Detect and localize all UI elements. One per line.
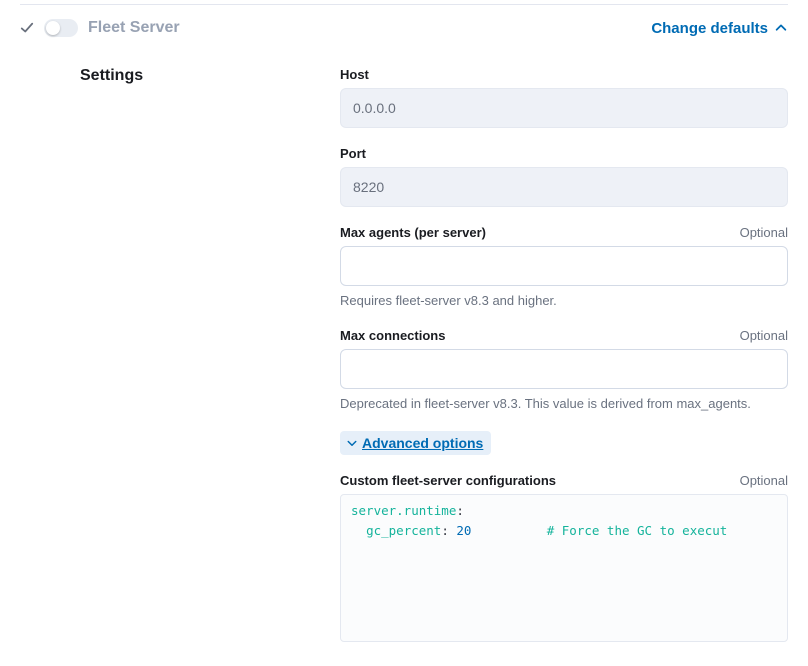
max-connections-help: Deprecated in fleet-server v8.3. This va… [340,395,788,413]
port-input [340,167,788,207]
max-agents-label: Max agents (per server) [340,225,486,240]
section-title: Fleet Server [88,19,180,37]
optional-tag: Optional [740,328,788,343]
max-connections-input[interactable] [340,349,788,389]
custom-config-editor[interactable]: server.runtime: gc_percent: 20 # Force t… [340,494,788,642]
host-input [340,88,788,128]
settings-heading: Settings [80,67,340,85]
check-icon [20,21,34,35]
max-agents-help: Requires fleet-server v8.3 and higher. [340,292,788,310]
advanced-options-toggle[interactable]: Advanced options [340,431,491,455]
chevron-up-icon [774,21,788,35]
change-defaults-label: Change defaults [651,20,768,37]
max-agents-input[interactable] [340,246,788,286]
enable-toggle[interactable] [44,19,78,37]
section-header: Fleet Server Change defaults [20,5,788,43]
chevron-down-icon [346,437,358,449]
port-label: Port [340,146,366,161]
host-label: Host [340,67,369,82]
advanced-options-label: Advanced options [362,435,483,451]
change-defaults-button[interactable]: Change defaults [651,20,788,37]
max-connections-label: Max connections [340,328,445,343]
custom-config-label: Custom fleet-server configurations [340,473,556,488]
optional-tag: Optional [740,225,788,240]
optional-tag: Optional [740,473,788,488]
